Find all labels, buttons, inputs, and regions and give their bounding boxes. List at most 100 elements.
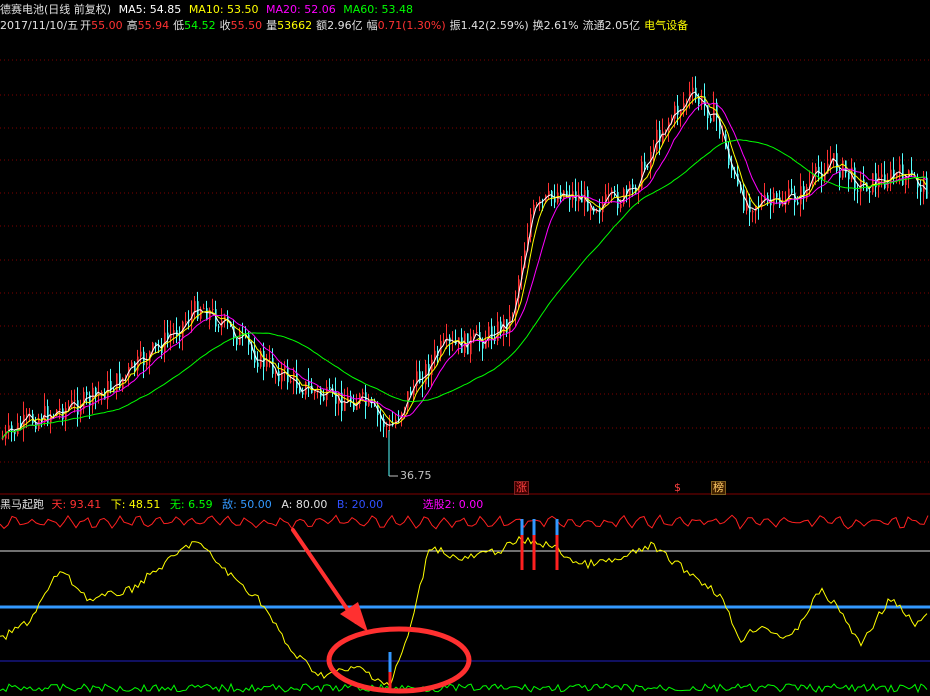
candle-body [281, 369, 283, 382]
candle-body [236, 338, 238, 345]
amount-value: 额2.96亿 [316, 19, 363, 32]
tag-dollar[interactable]: $ [673, 482, 682, 494]
candle-body [482, 341, 484, 349]
high-value: 55.94 [137, 19, 170, 32]
open-value: 55.00 [91, 19, 123, 32]
candle-body [674, 105, 676, 119]
candle-body [713, 102, 715, 122]
wu-line [0, 682, 928, 694]
candle-body [185, 321, 187, 323]
candle-body [290, 381, 292, 383]
candle-body [257, 362, 259, 367]
candle-body [131, 362, 133, 368]
candle-body [329, 387, 331, 389]
candle-body [425, 364, 427, 385]
moving-average-lines [1, 91, 927, 439]
indicator-b: B: 20.00 [336, 498, 384, 511]
candle-body [407, 391, 409, 408]
candle-body [647, 166, 649, 168]
tian-line [0, 514, 929, 530]
candle-body [476, 332, 478, 334]
ma5-value: MA5: 54.85 [118, 3, 182, 16]
candle-body [362, 392, 364, 395]
ma60-value: MA60: 53.48 [343, 3, 413, 16]
candle-body [263, 350, 265, 367]
ma5-line [1, 91, 927, 439]
candle-body [656, 129, 658, 151]
candle-body [869, 191, 871, 193]
candle-body [620, 204, 622, 209]
candle-body [335, 390, 337, 404]
candle-body [344, 401, 346, 411]
candle-body [140, 351, 142, 357]
change-label: 幅 [366, 19, 378, 32]
volume-value: 53662 [277, 19, 313, 32]
kline-chart[interactable] [0, 0, 930, 696]
candle-body [881, 174, 883, 178]
candle-body [86, 391, 88, 396]
indicator-panel[interactable] [0, 514, 930, 694]
candle-body [203, 308, 205, 310]
candle-body [269, 358, 271, 360]
candle-body [74, 400, 76, 402]
candle-body [926, 177, 928, 199]
low-price-marker: 36.75 [400, 469, 432, 482]
tag-bang[interactable]: 榜 [711, 481, 726, 495]
change-value: 0.71(1.30%) [377, 19, 446, 32]
low-value: 54.52 [184, 19, 216, 32]
candle-body [587, 190, 589, 211]
candle-body [179, 335, 181, 337]
candlesticks[interactable] [2, 76, 928, 477]
candle-body [890, 169, 892, 184]
indicator-name[interactable]: 黑马起跑 [0, 498, 44, 511]
candle-body [743, 189, 745, 211]
candle-body [617, 191, 619, 209]
indicator-wu: 无: 6.59 [169, 498, 213, 511]
candle-body [278, 371, 280, 382]
candle-body [632, 184, 634, 188]
candle-body [662, 131, 664, 142]
low-label: 低 [173, 19, 185, 32]
candle-body [782, 204, 784, 206]
xia-line [0, 535, 928, 688]
ma20-line [1, 102, 927, 439]
indicator-tian: 天: 93.41 [51, 498, 102, 511]
float-cap-value: 流通2.05亿 [582, 19, 641, 32]
tag-zhang[interactable]: 涨 [514, 481, 529, 495]
candle-body [386, 425, 388, 427]
chart-header-line1: 德赛电池(日线 前复权) MA5: 54.85 MA10: 53.50 MA20… [0, 3, 417, 16]
indicator-header: 黑马起跑 天: 93.41 下: 48.51 无: 6.59 敌: 50.00 … [0, 498, 489, 511]
candle-body [872, 173, 874, 193]
candle-body [791, 188, 793, 193]
candle-body [857, 190, 859, 192]
candle-body [749, 200, 751, 213]
candle-body [920, 187, 922, 192]
candle-body [473, 333, 475, 337]
candle-body [218, 326, 220, 328]
candle-body [497, 321, 499, 341]
candle-body [284, 366, 286, 370]
candle-body [26, 414, 28, 416]
candle-body [314, 391, 316, 394]
candle-body [797, 202, 799, 205]
sector-link[interactable]: 电气设备 [644, 19, 688, 32]
candle-body [848, 172, 850, 180]
candle-body [590, 207, 592, 211]
ma10-value: MA10: 53.50 [188, 3, 259, 16]
candle-body [692, 87, 694, 92]
candle-body [800, 186, 802, 205]
candle-body [308, 381, 310, 386]
candle-body [644, 161, 646, 167]
indicator-di: 敌: 50.00 [222, 498, 272, 511]
high-label: 高 [126, 19, 138, 32]
indicator-xia: 下: 48.51 [110, 498, 161, 511]
candle-body [176, 330, 178, 336]
stock-title[interactable]: 德赛电池(日线 前复权) [0, 3, 111, 16]
candle-body [155, 342, 157, 346]
candle-body [146, 362, 148, 366]
amplitude-value: 振1.42(2.59%) [449, 19, 529, 32]
candle-body [59, 408, 61, 411]
candle-body [302, 392, 304, 395]
candle-body [419, 371, 421, 383]
candle-body [206, 308, 208, 321]
